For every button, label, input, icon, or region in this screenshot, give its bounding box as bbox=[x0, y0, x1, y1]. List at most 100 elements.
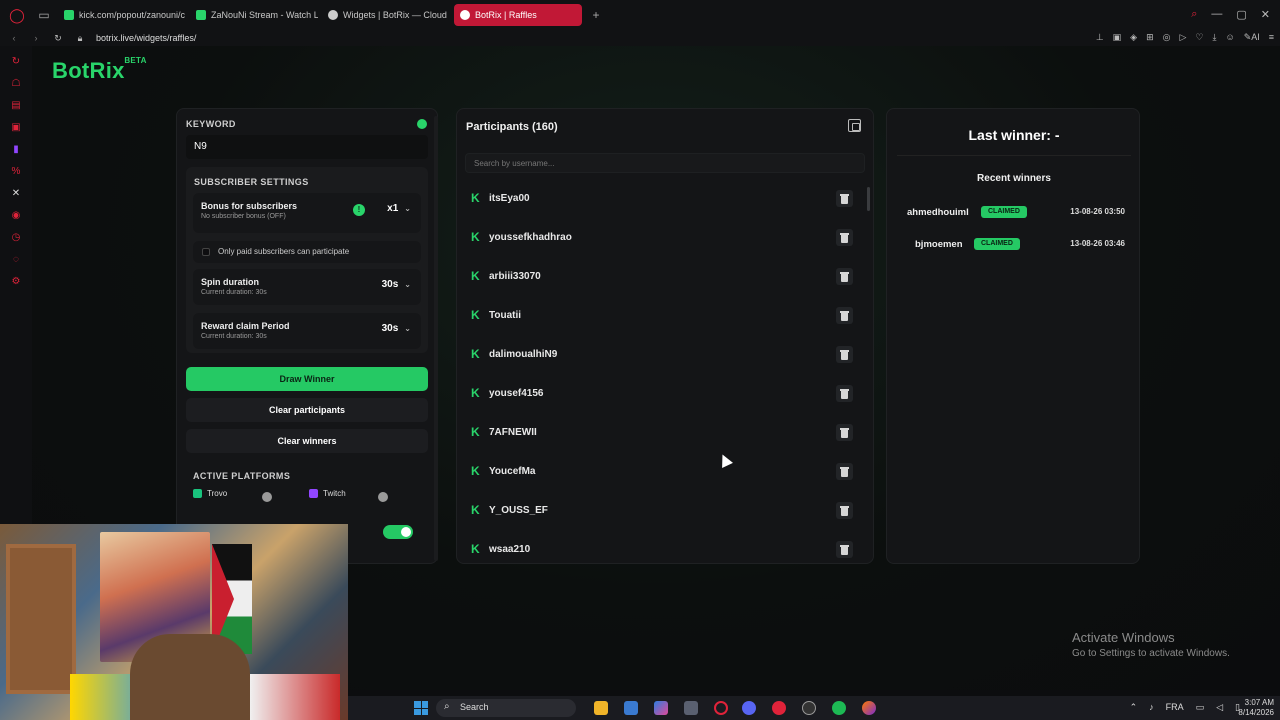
participant-name: wsaa210 bbox=[489, 544, 531, 555]
youtube-icon[interactable]: ▣ bbox=[9, 120, 23, 134]
address-bar: ‹ › ↻ 🔒︎ botrix.live/widgets/raffles/ ⊥ … bbox=[0, 30, 1280, 46]
browser-alt-icon[interactable] bbox=[862, 701, 876, 715]
participant-name: arbiii33070 bbox=[489, 271, 541, 282]
copy-icon[interactable] bbox=[848, 119, 861, 132]
clear-participants-button[interactable]: Clear participants bbox=[186, 398, 428, 422]
snapshot-sidebar-icon[interactable]: ◌ bbox=[9, 252, 23, 266]
only-paid-checkbox[interactable] bbox=[202, 248, 210, 256]
tab-zanouni-stream[interactable]: ZaNouNi Stream - Watch L bbox=[190, 4, 318, 26]
player-sidebar-icon[interactable]: ◉ bbox=[9, 208, 23, 222]
maximize-icon[interactable]: ▢ bbox=[1236, 8, 1246, 21]
url-field[interactable]: botrix.live/widgets/raffles/ bbox=[96, 33, 196, 43]
x-icon[interactable]: ✕ bbox=[9, 186, 23, 200]
aria-icon[interactable]: ☖ bbox=[9, 76, 23, 90]
download-icon[interactable]: ⤓ bbox=[1213, 32, 1217, 43]
claim-period-card: Reward claim Period Current duration: 30… bbox=[193, 313, 421, 349]
copilot-icon[interactable] bbox=[654, 701, 668, 715]
trash-icon[interactable] bbox=[836, 268, 853, 285]
spin-select[interactable]: 30s ⌄ bbox=[382, 279, 411, 290]
back-icon[interactable]: ‹ bbox=[6, 33, 22, 43]
extension-icon[interactable]: ⊞ bbox=[1146, 32, 1154, 43]
start-icon[interactable] bbox=[414, 701, 428, 715]
botrix-logo[interactable]: BotRix BETA bbox=[52, 56, 146, 84]
reload-icon[interactable]: ↻ bbox=[50, 33, 66, 44]
history-icon[interactable]: ◷ bbox=[9, 230, 23, 244]
network-icon[interactable]: ▭ bbox=[1196, 702, 1205, 713]
kick-icon: K bbox=[471, 425, 480, 439]
participant-search-input[interactable]: Search by username... bbox=[465, 153, 865, 173]
taskbar-search[interactable]: ⌕ Search bbox=[436, 699, 576, 717]
search-tabs-icon[interactable]: ⌕ bbox=[1191, 8, 1197, 21]
shield-icon[interactable]: ◈ bbox=[1130, 32, 1137, 43]
tab-widgets-botrix[interactable]: Widgets | BotRix — Cloud bbox=[322, 4, 450, 26]
aria-ai-icon[interactable]: ✎AI bbox=[1244, 32, 1260, 43]
pin-icon[interactable]: ⊥ bbox=[1096, 32, 1104, 43]
only-paid-row[interactable]: Only paid subscribers can participate bbox=[193, 241, 421, 263]
brand-name: BotRix bbox=[52, 58, 125, 83]
translate-icon[interactable]: ◎ bbox=[1163, 32, 1171, 43]
percent-icon[interactable]: % bbox=[9, 164, 23, 178]
clear-winners-button[interactable]: Clear winners bbox=[186, 429, 428, 453]
winner-row: bjmoemen CLAIMED 13-08-26 03:46 bbox=[897, 235, 1131, 255]
twitch-toggle[interactable] bbox=[375, 492, 391, 502]
chevron-up-icon[interactable]: ⌃ bbox=[1130, 702, 1138, 713]
profile-icon[interactable]: ☺ bbox=[1225, 32, 1234, 43]
microphone-icon[interactable]: ♪ bbox=[1149, 702, 1154, 713]
spotify-icon[interactable] bbox=[832, 701, 846, 715]
tab-botrix-raffles[interactable]: BotRix | Raffles bbox=[454, 4, 582, 26]
taskbar-clock[interactable]: 3:07 AM 8/14/2026 bbox=[1238, 698, 1274, 718]
keyword-input[interactable]: N9 bbox=[186, 135, 428, 159]
trash-icon[interactable] bbox=[836, 502, 853, 519]
trovo-toggle[interactable] bbox=[259, 492, 275, 502]
kick-toggle[interactable] bbox=[383, 525, 413, 539]
trash-icon[interactable] bbox=[836, 229, 853, 246]
kick-icon: K bbox=[471, 503, 480, 517]
heart-icon[interactable]: ♡ bbox=[1195, 32, 1203, 43]
trash-icon[interactable] bbox=[836, 463, 853, 480]
bonus-select[interactable]: x1 ⌄ bbox=[387, 203, 411, 214]
opera-logo-icon[interactable]: ◯ bbox=[0, 0, 34, 30]
menu-icon[interactable]: ≡ bbox=[1269, 32, 1274, 43]
trash-icon[interactable] bbox=[836, 424, 853, 441]
trash-icon[interactable] bbox=[836, 541, 853, 558]
info-icon[interactable]: ! bbox=[353, 204, 365, 216]
new-tab-icon[interactable]: + bbox=[586, 8, 606, 22]
system-tray: ⌃ ♪ FRA ▭ ◁ ▯ bbox=[1130, 702, 1240, 713]
store-icon[interactable] bbox=[624, 701, 638, 715]
trash-icon[interactable] bbox=[836, 190, 853, 207]
claim-select[interactable]: 30s ⌄ bbox=[382, 323, 411, 334]
tab-kick-popout[interactable]: kick.com/popout/zanouni/c bbox=[58, 4, 186, 26]
draw-winner-button[interactable]: Draw Winner bbox=[186, 367, 428, 391]
language-indicator[interactable]: FRA bbox=[1166, 702, 1184, 713]
trash-icon[interactable] bbox=[836, 307, 853, 324]
trash-icon[interactable] bbox=[836, 385, 853, 402]
trash-icon[interactable] bbox=[836, 346, 853, 363]
close-icon[interactable]: ✕ bbox=[1261, 8, 1270, 21]
minimize-icon[interactable]: — bbox=[1211, 8, 1222, 21]
forward-icon[interactable]: › bbox=[28, 33, 44, 43]
keyword-label: KEYWORD bbox=[186, 119, 236, 129]
participants-scrollbar[interactable] bbox=[867, 179, 871, 557]
snapshot-icon[interactable]: ▣ bbox=[1113, 32, 1122, 43]
participant-name: youssefkhadhrao bbox=[489, 232, 572, 243]
settings-scrollbar[interactable] bbox=[434, 108, 438, 564]
participant-name: dalimoualhiN9 bbox=[489, 349, 558, 360]
discord-icon[interactable] bbox=[742, 701, 756, 715]
app-red-icon[interactable] bbox=[772, 701, 786, 715]
speed-dial-icon[interactable]: ↻ bbox=[9, 54, 23, 68]
opera-taskbar-icon[interactable] bbox=[714, 701, 728, 715]
settings-gear-icon[interactable]: ⚙ bbox=[9, 274, 23, 288]
player-icon[interactable]: ▷ bbox=[1180, 32, 1187, 43]
twitch-sidebar-icon[interactable]: ▮ bbox=[9, 142, 23, 156]
app-gray-icon[interactable] bbox=[802, 701, 816, 715]
messenger-icon[interactable]: ▤ bbox=[9, 98, 23, 112]
participant-name: Touatii bbox=[489, 310, 522, 321]
volume-icon[interactable]: ◁ bbox=[1216, 702, 1223, 713]
kick-favicon-icon bbox=[196, 10, 206, 20]
platform-twitch: Twitch bbox=[309, 489, 346, 498]
file-explorer-icon[interactable] bbox=[594, 701, 608, 715]
tab-label: Widgets | BotRix — Cloud bbox=[343, 10, 447, 20]
tab-list-icon[interactable]: ▭ bbox=[34, 8, 54, 22]
winner-name: ahmedhouiml bbox=[907, 207, 969, 218]
calculator-icon[interactable] bbox=[684, 701, 698, 715]
